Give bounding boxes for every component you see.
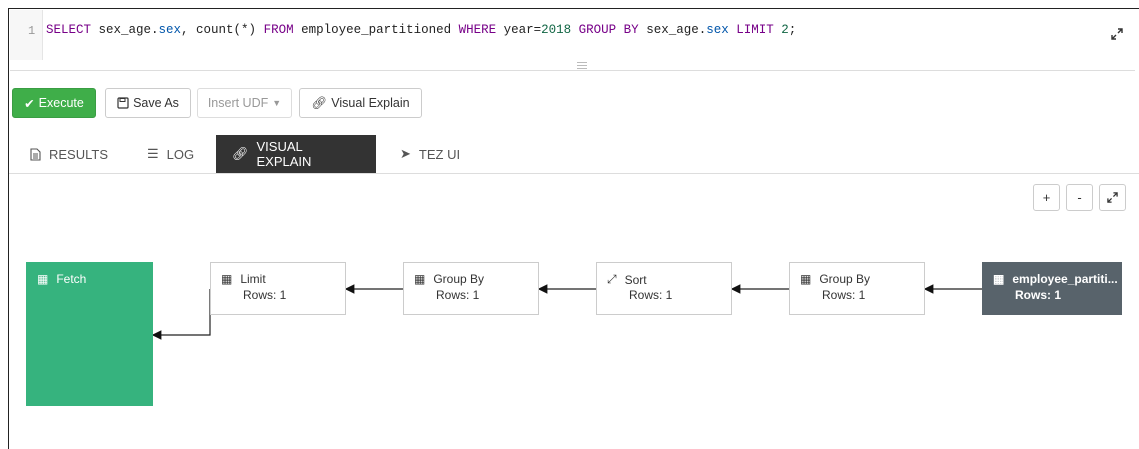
node-label: Fetch [56,272,87,286]
node-rows: Rows: 1 [436,288,480,302]
node-rows: Rows: 1 [629,288,673,302]
node-rows: Rows: 1 [822,288,866,302]
graph-node-limit[interactable]: ▦ Limit Rows: 1 [210,262,346,315]
compress-arrows-icon: ⤢ [607,272,617,286]
node-label: Group By [433,272,485,286]
graph-node-group-by[interactable]: ▦ Group By Rows: 1 [403,262,539,315]
node-label: Group By [819,272,871,286]
table-grid-icon: ▦ [993,272,1005,286]
node-label: employee_partiti... [1012,272,1118,286]
table-grid-icon: ▦ [800,272,812,286]
table-grid-icon: ▦ [37,272,49,286]
graph-node-sort[interactable]: ⤢ Sort Rows: 1 [596,262,732,315]
node-rows: Rows: 1 [1015,288,1062,302]
node-label: Sort [624,272,647,287]
graph-node-fetch[interactable]: ▦ Fetch [26,262,153,406]
graph-node-group-by-2[interactable]: ▦ Group By Rows: 1 [789,262,925,315]
edge-limit-to-fetch [151,289,211,340]
node-rows: Rows: 1 [243,288,287,302]
node-label: Limit [240,272,266,286]
graph-node-employee-partitioned[interactable]: ▦ employee_partiti... Rows: 1 [982,262,1122,315]
table-grid-icon: ▦ [221,272,233,286]
table-grid-icon: ▦ [414,272,426,286]
graph-edges [151,284,982,340]
